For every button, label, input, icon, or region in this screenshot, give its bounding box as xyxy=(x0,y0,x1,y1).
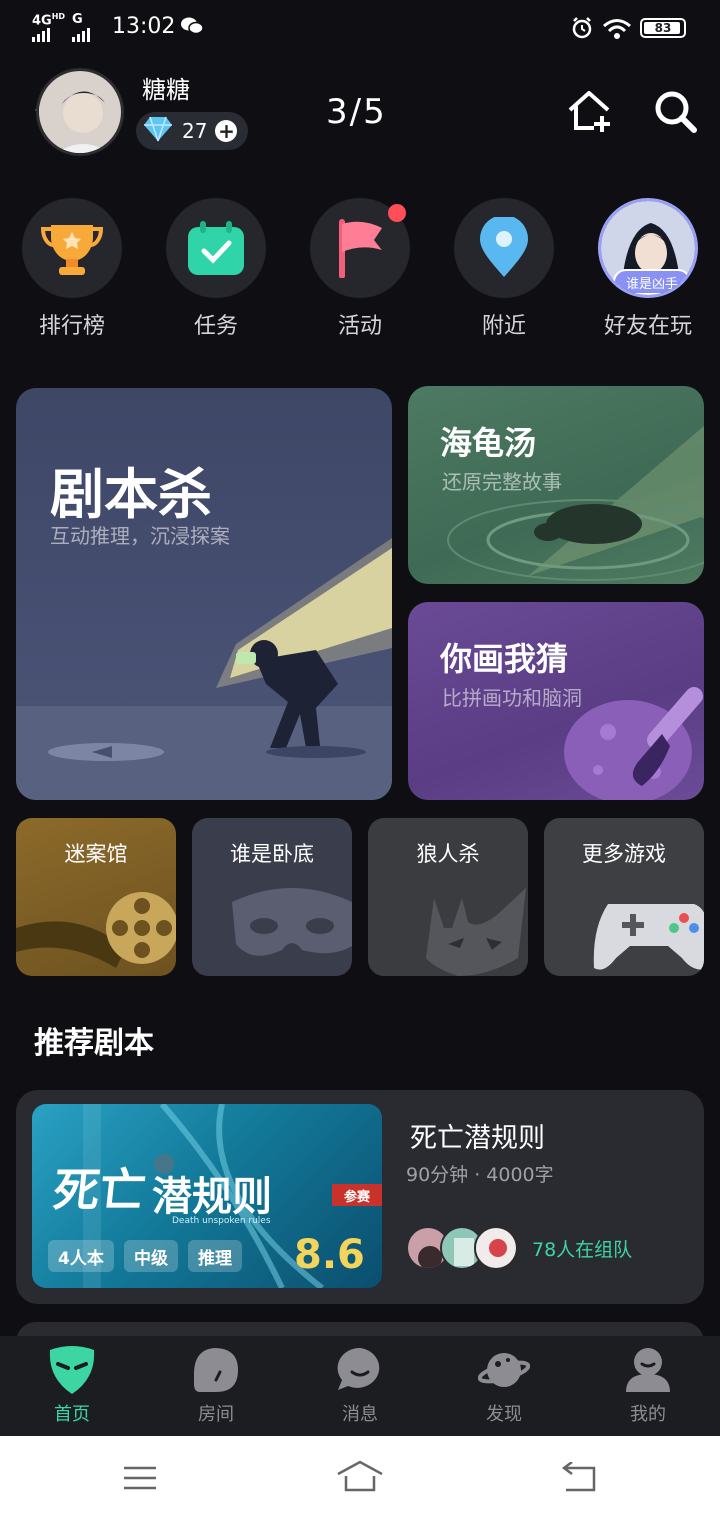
gem-count: 27 xyxy=(182,119,208,143)
nav-home[interactable]: 首页 xyxy=(22,1344,122,1426)
nav-label: 消息 xyxy=(342,1404,378,1425)
network-indicator-2: G xyxy=(72,12,90,42)
script-score: 8.6 xyxy=(294,1232,365,1278)
alarm-icon xyxy=(570,16,594,46)
location-pin-icon xyxy=(454,198,554,298)
user-avatar[interactable] xyxy=(36,68,124,156)
nav-label: 我的 xyxy=(630,1404,666,1425)
friend-game-tag: 谁是凶手 xyxy=(613,269,691,295)
shortcut-label: 附近 xyxy=(481,314,526,339)
nav-discover[interactable]: 发现 xyxy=(454,1344,554,1426)
shortcut-label: 好友在玩 xyxy=(603,314,692,339)
shortcut-label: 任务 xyxy=(193,314,238,339)
create-room-icon[interactable] xyxy=(566,88,612,134)
nav-label: 发现 xyxy=(486,1404,522,1425)
trophy-icon xyxy=(22,198,122,298)
shortcut-friends-playing[interactable]: 谁是凶手 好友在玩 xyxy=(598,198,698,348)
wifi-icon xyxy=(602,18,632,46)
team-count: 78人在组队 xyxy=(532,1238,633,1261)
team-info[interactable]: 78人在组队 xyxy=(406,1224,632,1272)
script-tag: 4人本 xyxy=(48,1240,114,1272)
friend-avatar: 谁是凶手 xyxy=(598,198,698,298)
wechat-icon xyxy=(180,16,204,42)
status-bar: 4GHD G 13:02 83 xyxy=(0,0,720,56)
small-card-title: 更多游戏 xyxy=(582,842,666,866)
game-card-shuishiwodi[interactable]: 谁是卧底 xyxy=(192,818,352,976)
gem-balance[interactable]: 27 + xyxy=(136,112,248,150)
nav-label: 首页 xyxy=(54,1404,90,1425)
cover-title-2: 潜规则 xyxy=(152,1174,272,1220)
shortcut-tasks[interactable]: 任务 xyxy=(166,198,266,348)
shortcut-label: 活动 xyxy=(337,314,382,339)
script-card[interactable]: 死亡 潜规则 Death unspoken rules 参赛 4人本 中级 推理… xyxy=(16,1090,704,1304)
add-gem-button[interactable]: + xyxy=(215,120,238,142)
cover-subtitle: Death unspoken rules xyxy=(172,1216,271,1226)
team-avatar xyxy=(474,1226,518,1270)
chat-bubble-icon xyxy=(334,1344,386,1396)
system-nav-bar xyxy=(0,1436,720,1520)
game-card-mianguan[interactable]: 迷案馆 xyxy=(16,818,176,976)
username: 糖糖 xyxy=(142,76,190,104)
cover-title-1: 死亡 xyxy=(50,1163,149,1217)
shortcut-nearby[interactable]: 附近 xyxy=(454,198,554,348)
script-tag: 推理 xyxy=(188,1240,242,1272)
mask-face-icon xyxy=(46,1344,98,1396)
nav-room[interactable]: 房间 xyxy=(166,1344,266,1426)
shortcut-events[interactable]: 活动 xyxy=(310,198,410,348)
calendar-check-icon xyxy=(166,198,266,298)
small-card-title: 狼人杀 xyxy=(416,842,480,866)
page-counter: 3/5 xyxy=(326,92,387,132)
script-title: 死亡潜规则 xyxy=(410,1123,545,1154)
nav-profile[interactable]: 我的 xyxy=(598,1344,698,1426)
script-meta: 90分钟 · 4000字 xyxy=(406,1164,554,1186)
game-card-more[interactable]: 更多游戏 xyxy=(544,818,704,976)
section-title: 推荐剧本 xyxy=(34,1026,154,1061)
card-title: 你画我猜 xyxy=(440,640,569,678)
menu-icon[interactable] xyxy=(122,1464,158,1496)
planet-icon xyxy=(477,1344,531,1396)
diamond-icon xyxy=(142,115,174,147)
notification-dot xyxy=(388,204,406,222)
card-title: 剧本杀 xyxy=(50,463,212,526)
nav-label: 房间 xyxy=(198,1404,234,1425)
small-card-title: 迷案馆 xyxy=(64,842,128,866)
shortcut-label: 排行榜 xyxy=(38,314,105,339)
home-icon[interactable] xyxy=(336,1460,384,1498)
user-icon xyxy=(622,1344,674,1396)
nav-messages[interactable]: 消息 xyxy=(310,1344,410,1426)
battery-indicator: 83 xyxy=(640,18,686,38)
room-icon xyxy=(190,1344,242,1396)
small-card-title: 谁是卧底 xyxy=(230,842,314,866)
network-indicator: 4GHD xyxy=(32,12,65,42)
flag-icon xyxy=(310,198,410,298)
script-cover[interactable]: 死亡 潜规则 Death unspoken rules 参赛 4人本 中级 推理… xyxy=(32,1104,382,1288)
card-title: 海龟汤 xyxy=(440,424,537,462)
game-card-jubensha[interactable]: 剧本杀 互动推理，沉浸探案 xyxy=(16,388,392,800)
card-subtitle: 互动推理，沉浸探案 xyxy=(50,524,230,548)
card-subtitle: 比拼画功和脑洞 xyxy=(442,686,582,710)
script-tag: 中级 xyxy=(124,1240,178,1272)
back-nav-icon[interactable] xyxy=(560,1461,598,1498)
clock: 13:02 xyxy=(112,14,176,39)
search-icon[interactable] xyxy=(652,88,698,134)
contest-badge: 参赛 xyxy=(332,1184,382,1206)
card-subtitle: 还原完整故事 xyxy=(442,470,562,494)
game-card-langrensha[interactable]: 狼人杀 xyxy=(368,818,528,976)
shortcut-leaderboard[interactable]: 排行榜 xyxy=(22,198,122,348)
game-card-haiguitang[interactable]: 海龟汤 还原完整故事 xyxy=(408,386,704,584)
game-card-nihuawocai[interactable]: 你画我猜 比拼画功和脑洞 xyxy=(408,602,704,800)
